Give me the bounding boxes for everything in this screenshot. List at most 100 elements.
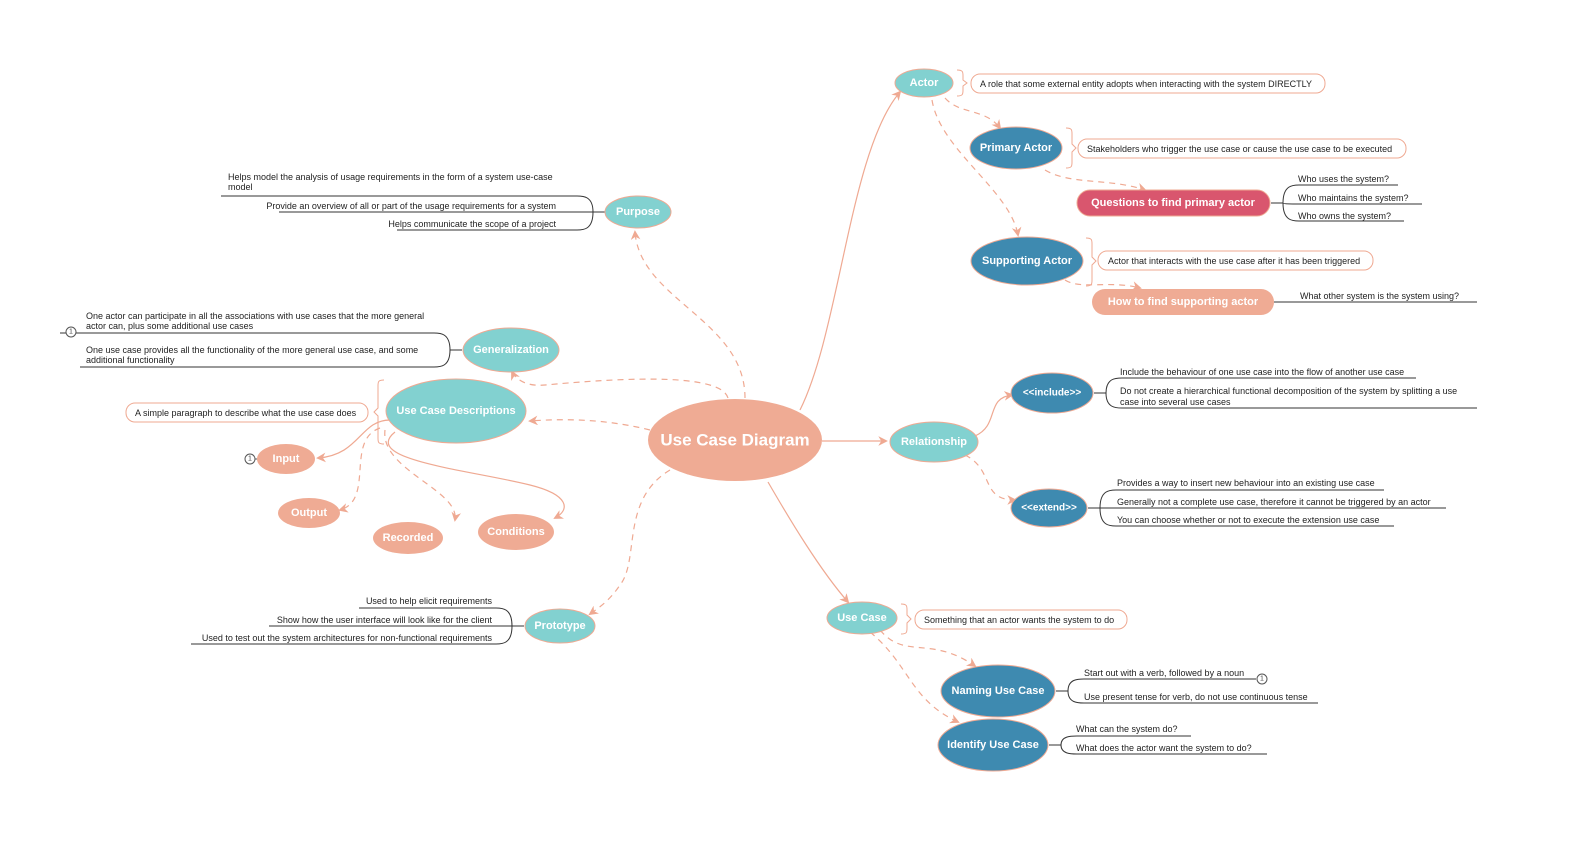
node-relationship-label: Relationship	[901, 436, 967, 448]
link-relationship-include	[974, 391, 1014, 437]
node-use-case[interactable]: Use Case	[826, 601, 898, 635]
central-topic[interactable]: Use Case Diagram	[648, 399, 822, 481]
leaf-text[interactable]: Provide an overview of all or part of th…	[266, 201, 556, 211]
node-questions-primary-label: Questions to find primary actor	[1091, 197, 1256, 209]
link-actor-primary	[944, 97, 1002, 130]
leaf-text[interactable]: What can the system do?	[1076, 724, 1178, 734]
node-generalization[interactable]: Generalization	[462, 327, 560, 373]
badge-input-text: 1	[248, 456, 252, 463]
node-extend[interactable]: <<extend>>	[1010, 488, 1088, 528]
leaf-text[interactable]: Who uses the system?	[1298, 174, 1389, 184]
leaf-text[interactable]: Include the behaviour of one use case in…	[1120, 367, 1404, 377]
badge-input[interactable]: 1	[244, 453, 258, 465]
central-topic-label: Use Case Diagram	[660, 431, 809, 450]
leaf-text[interactable]: What does the actor want the system to d…	[1076, 743, 1252, 753]
node-actor[interactable]: Actor	[894, 68, 954, 98]
node-relationship[interactable]: Relationship	[889, 421, 979, 463]
link-usecase-naming	[879, 629, 977, 668]
node-input-label: Input	[273, 453, 300, 465]
leaf-text[interactable]: actor can, plus some additional use case…	[86, 321, 254, 331]
badge-generalization-text: 1	[69, 329, 73, 336]
node-primary-actor-label: Primary Actor	[980, 142, 1053, 154]
node-recorded-label: Recorded	[383, 532, 434, 544]
leaf-text[interactable]: Used to help elicit requirements	[366, 596, 493, 606]
node-input[interactable]: Input	[257, 444, 315, 474]
link-central-descriptions	[528, 415, 651, 431]
leaf-text[interactable]: Who owns the system?	[1298, 211, 1391, 221]
node-recorded[interactable]: Recorded	[373, 522, 443, 554]
node-conditions[interactable]: Conditions	[478, 514, 554, 550]
leaf-text[interactable]: Use present tense for verb, do not use c…	[1084, 692, 1308, 702]
node-identify-use-case-label: Identify Use Case	[947, 739, 1039, 751]
leaf-text[interactable]: One actor can participate in all the ass…	[86, 311, 424, 321]
note-primary-actor[interactable]: Stakeholders who trigger the use case or…	[1077, 138, 1407, 159]
brace-primary	[1065, 127, 1077, 169]
leaf-group-questions-primary: Who uses the system? Who maintains the sy…	[1271, 174, 1422, 222]
leaf-text[interactable]: Generally not a complete use case, there…	[1117, 497, 1431, 507]
link-usecase-identify	[869, 631, 960, 724]
link-central-generalization	[511, 370, 729, 399]
leaf-group-extend: Provides a way to insert new behaviour i…	[1088, 478, 1446, 527]
leaf-text[interactable]: One use case provides all the functional…	[86, 345, 418, 355]
node-purpose-label: Purpose	[616, 206, 660, 218]
link-central-prototype	[588, 469, 671, 616]
note-actor[interactable]: A role that some external entity adopts …	[970, 73, 1326, 94]
leaf-text[interactable]: Do not create a hierarchical functional …	[1120, 386, 1457, 396]
node-how-supporting[interactable]: How to find supporting actor	[1092, 289, 1274, 315]
link-central-actor	[799, 90, 902, 411]
leaf-group-purpose: Helps model the analysis of usage requir…	[221, 172, 605, 231]
note-supporting-actor[interactable]: Actor that interacts with the use case a…	[1097, 250, 1374, 271]
leaf-text[interactable]: What other system is the system using?	[1300, 291, 1459, 301]
leaf-text[interactable]: Used to test out the system architecture…	[202, 633, 493, 643]
brace-usecase	[900, 603, 912, 635]
note-actor-text: A role that some external entity adopts …	[980, 79, 1312, 89]
leaf-text[interactable]: Helps communicate the scope of a project	[388, 219, 556, 229]
link-desc-output	[338, 427, 381, 513]
link-desc-input	[316, 419, 391, 463]
node-use-case-descriptions[interactable]: Use Case Descriptions	[385, 378, 527, 444]
leaf-text[interactable]: Helps model the analysis of usage requir…	[228, 172, 553, 182]
node-naming-use-case-label: Naming Use Case	[952, 685, 1045, 697]
leaf-text[interactable]: Who maintains the system?	[1298, 193, 1409, 203]
node-prototype-label: Prototype	[534, 620, 585, 632]
leaf-text[interactable]: Show how the user interface will look li…	[277, 615, 493, 625]
node-how-supporting-label: How to find supporting actor	[1108, 296, 1259, 308]
leaf-text[interactable]: model	[228, 182, 253, 192]
leaf-text[interactable]: You can choose whether or not to execute…	[1117, 515, 1379, 525]
leaf-text[interactable]: Provides a way to insert new behaviour i…	[1117, 478, 1375, 488]
leaf-group-include: Include the behaviour of one use case in…	[1094, 367, 1477, 409]
badge-generalization[interactable]: 1	[65, 326, 77, 338]
node-output[interactable]: Output	[278, 498, 340, 528]
brace-descriptions	[373, 379, 385, 445]
node-use-case-label: Use Case	[837, 612, 887, 624]
node-supporting-actor[interactable]: Supporting Actor	[970, 236, 1084, 286]
node-questions-primary[interactable]: Questions to find primary actor	[1076, 189, 1271, 217]
link-central-usecase	[767, 481, 850, 604]
node-purpose[interactable]: Purpose	[604, 195, 672, 229]
badge-naming-text: 1	[1260, 676, 1264, 683]
node-identify-use-case[interactable]: Identify Use Case	[937, 718, 1049, 772]
leaf-text[interactable]: additional functionality	[86, 355, 175, 365]
note-supporting-actor-text: Actor that interacts with the use case a…	[1108, 256, 1360, 266]
brace-actor	[956, 69, 968, 97]
node-extend-label: <<extend>>	[1021, 503, 1077, 514]
note-use-case[interactable]: Something that an actor wants the system…	[914, 609, 1128, 630]
badge-naming[interactable]: 1	[1256, 673, 1268, 685]
node-naming-use-case[interactable]: Naming Use Case	[940, 664, 1056, 718]
note-use-case-text: Something that an actor wants the system…	[924, 615, 1114, 625]
node-descriptions-label: Use Case Descriptions	[396, 405, 515, 417]
link-supporting-how	[1064, 279, 1142, 291]
brace-supporting	[1085, 237, 1097, 287]
node-primary-actor[interactable]: Primary Actor	[969, 126, 1063, 170]
node-generalization-label: Generalization	[473, 344, 549, 356]
link-central-purpose	[630, 230, 746, 399]
note-use-case-descriptions[interactable]: A simple paragraph to describe what the …	[125, 402, 369, 423]
leaf-group-identify-use-case: What can the system do? What does the act…	[1049, 724, 1267, 755]
node-supporting-actor-label: Supporting Actor	[982, 255, 1073, 267]
leaf-group-how-supporting: What other system is the system using?	[1274, 291, 1477, 303]
leaf-text[interactable]: Start out with a verb, followed by a nou…	[1084, 668, 1244, 678]
node-include[interactable]: <<include>>	[1010, 372, 1094, 414]
mind-map-canvas: A role that some external entity adopts …	[60, 68, 1477, 772]
leaf-text[interactable]: case into several use cases	[1120, 397, 1231, 407]
node-prototype[interactable]: Prototype	[524, 608, 596, 644]
